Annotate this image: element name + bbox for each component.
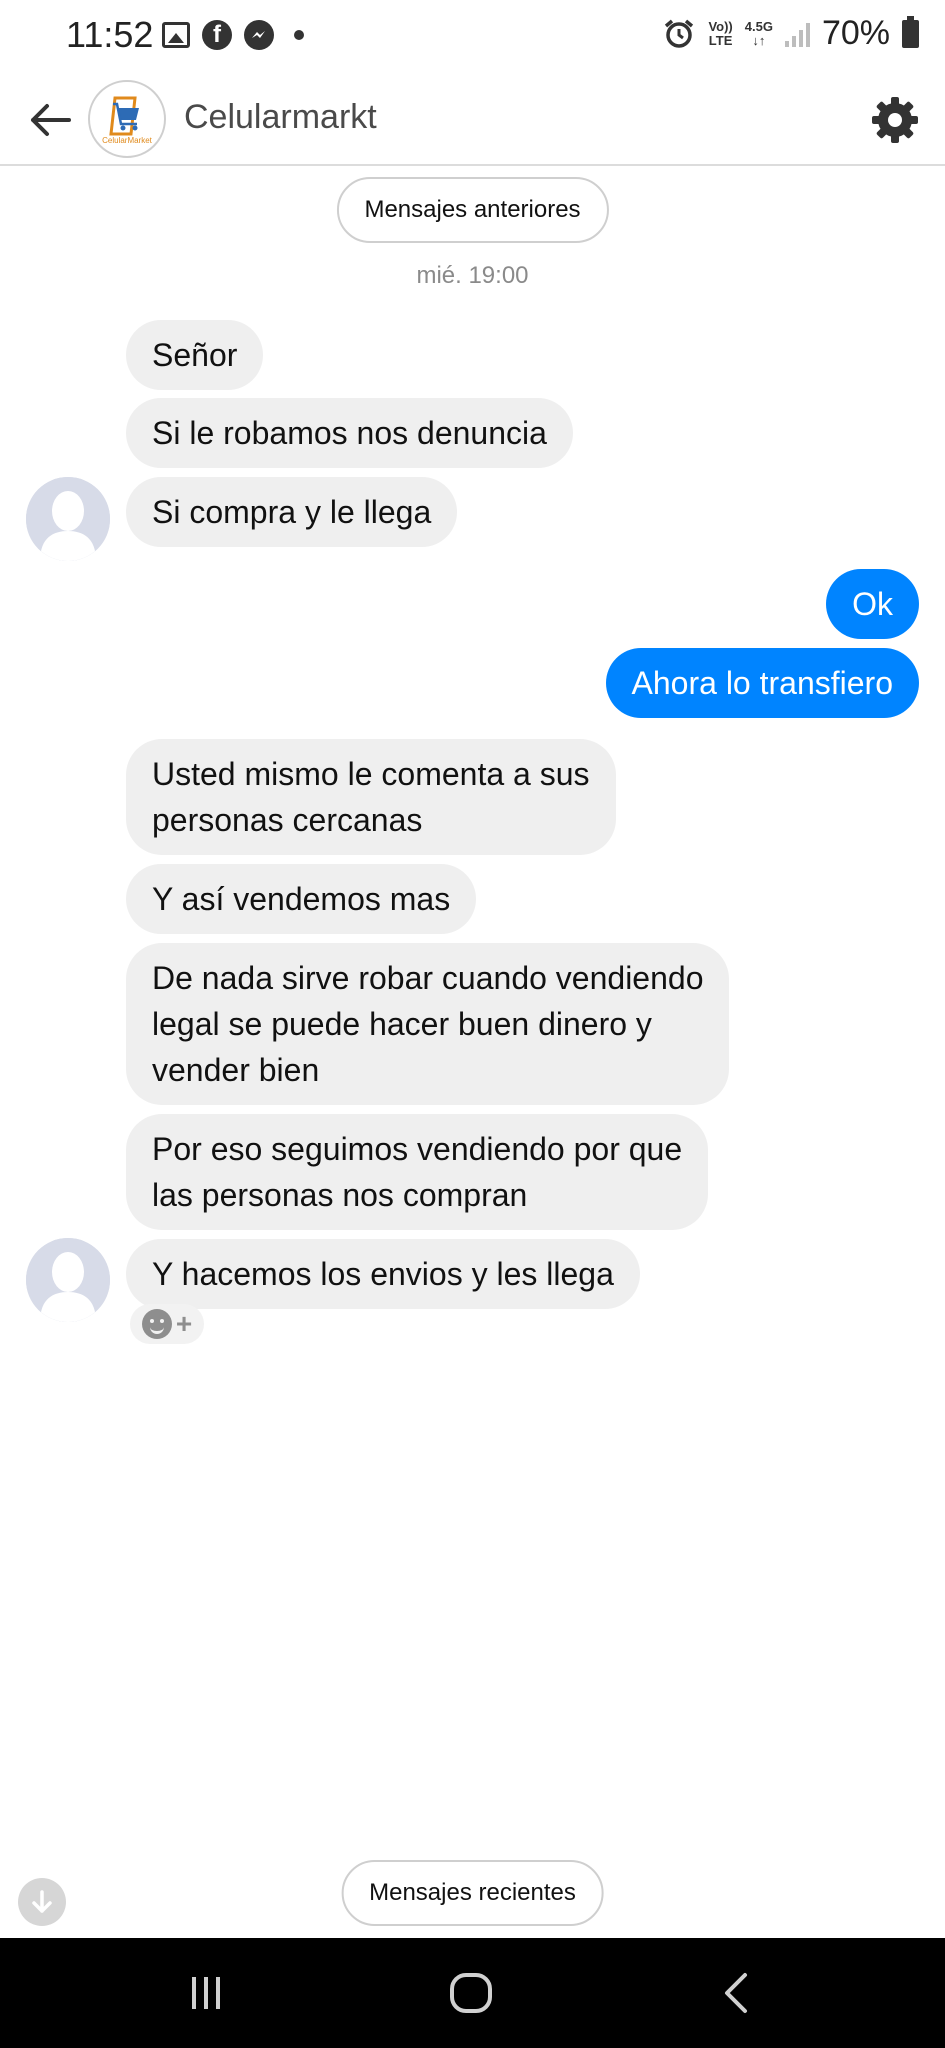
signal-icon — [784, 21, 810, 47]
back-button[interactable] — [24, 94, 76, 146]
message-bubble-incoming[interactable]: Si le robamos nos denuncia — [126, 398, 573, 468]
message-bubble-incoming[interactable]: Señor — [126, 320, 264, 390]
page-title[interactable]: Celularmarkt — [184, 98, 377, 137]
sender-avatar[interactable] — [26, 1238, 110, 1322]
status-bar: 11:52 f Vo)) LTE 4.5G ↓↑ 70% — [0, 0, 945, 74]
message-line: vender bien — [152, 1052, 320, 1088]
message-line: las personas nos compran — [152, 1177, 528, 1213]
battery-icon — [902, 15, 919, 48]
recents-icon — [192, 1977, 220, 2009]
message-bubble-incoming[interactable]: Usted mismo le comenta a sus personas ce… — [126, 739, 616, 855]
recent-apps-button[interactable] — [176, 1966, 236, 2020]
message-line: Por eso seguimos vendiendo por que — [152, 1131, 683, 1167]
logo-text: CelularMarket — [102, 135, 152, 145]
back-arrow-icon — [31, 104, 71, 136]
sender-avatar[interactable] — [26, 477, 110, 561]
default-profile-icon — [26, 1238, 110, 1322]
network-type: 4.5G — [744, 18, 773, 34]
gallery-icon — [162, 22, 190, 48]
message-bubble-incoming[interactable]: Y así vendemos mas — [126, 864, 477, 934]
message-bubble-incoming[interactable]: Si compra y le llega — [126, 477, 458, 547]
status-time: 11:52 — [66, 14, 154, 55]
recent-messages-button[interactable]: Mensajes recientes — [341, 1860, 604, 1926]
smiley-icon — [141, 1309, 172, 1339]
system-status-icons: Vo)) LTE 4.5G ↓↑ 70% — [662, 14, 919, 53]
message-line: personas cercanas — [152, 802, 423, 838]
dot-icon — [294, 30, 304, 40]
older-messages-button[interactable]: Mensajes anteriores — [336, 177, 609, 243]
message-bubble-incoming[interactable]: De nada sirve robar cuando vendiendo leg… — [126, 943, 730, 1105]
volte-icon: Vo)) LTE — [708, 18, 733, 48]
plus-icon: + — [175, 1308, 193, 1339]
messenger-icon — [244, 20, 274, 50]
system-navigation-bar — [0, 1938, 945, 2048]
system-back-button[interactable] — [706, 1966, 766, 2020]
gear-icon — [872, 97, 918, 143]
page-avatar[interactable]: CelularMarket — [88, 80, 166, 158]
add-reaction-button[interactable]: + — [130, 1304, 204, 1344]
message-timestamp: mié. 19:00 — [416, 262, 529, 289]
shopping-cart-logo — [109, 96, 139, 135]
alarm-icon — [662, 17, 696, 51]
back-chevron-icon — [725, 1973, 747, 2013]
message-line: legal se puede hacer buen dinero y — [152, 1006, 652, 1042]
message-line: Usted mismo le comenta a sus — [152, 756, 590, 792]
message-line: De nada sirve robar cuando vendiendo — [152, 960, 704, 996]
message-bubble-outgoing[interactable]: Ok — [826, 569, 919, 639]
home-button[interactable] — [441, 1966, 501, 2020]
home-icon — [450, 1973, 492, 2013]
facebook-icon: f — [202, 20, 232, 50]
network-arrows-icon: 4.5G ↓↑ — [744, 18, 773, 48]
battery-percent: 70% — [821, 14, 890, 52]
message-bubble-incoming[interactable]: Por eso seguimos vendiendo por que las p… — [126, 1114, 709, 1230]
scroll-down-button[interactable] — [18, 1878, 66, 1926]
conversation-header: CelularMarket Celularmarkt — [0, 74, 945, 166]
message-bubble-incoming[interactable]: Y hacemos los envios y les llega — [126, 1239, 640, 1309]
message-bubble-outgoing[interactable]: Ahora lo transfiero — [605, 648, 919, 718]
default-profile-icon — [26, 477, 110, 561]
settings-button[interactable] — [867, 92, 923, 148]
notification-icons: f — [162, 20, 304, 50]
arrow-down-icon — [32, 1890, 52, 1913]
